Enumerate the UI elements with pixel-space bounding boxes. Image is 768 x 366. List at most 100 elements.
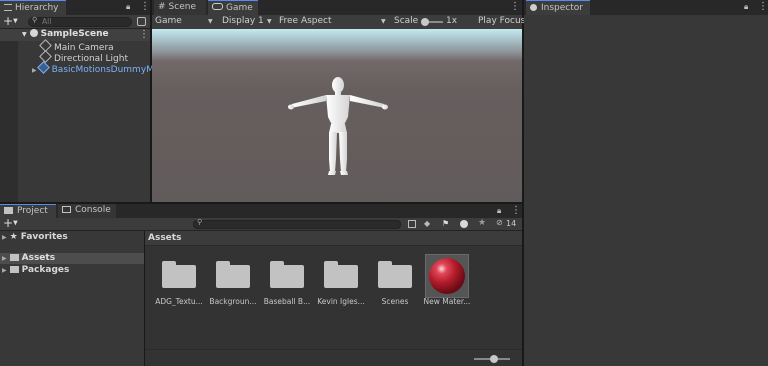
kebab-menu-icon[interactable]: ⋮ (758, 1, 768, 13)
folder-icon (162, 261, 196, 288)
lock-icon[interactable]: 🔒︎ (497, 205, 501, 217)
tree-item-label: BasicMotionsDummyMo (51, 65, 160, 75)
asset-label: New Mater... (423, 297, 471, 306)
hierarchy-toolbar: +▼ ⚲ All (0, 14, 150, 29)
star-icon: ★ (9, 232, 18, 242)
lock-icon[interactable]: 🔒︎ (126, 1, 130, 13)
project-footer-bar (145, 349, 522, 366)
search-by-type-icon[interactable] (408, 220, 416, 228)
info-icon (530, 4, 537, 11)
t-pose-dummy-character (288, 77, 388, 175)
tab-hierarchy-label: Hierarchy (15, 3, 59, 13)
hierarchy-search-field[interactable]: ⚲ All (28, 16, 132, 27)
folder-icon (9, 266, 19, 273)
folder-icon (270, 261, 304, 288)
tab-inspector-label: Inspector (541, 3, 583, 13)
chevron-down-icon: ▼ (208, 18, 213, 25)
scene-kebab-icon[interactable]: ⋮ (139, 29, 149, 41)
unity-scene-icon (29, 29, 38, 37)
folder-icon (378, 261, 412, 288)
chevron-down-icon: ▼ (381, 18, 386, 25)
tree-item-packages[interactable]: ▶ Packages (2, 265, 69, 276)
tree-item-main-camera[interactable]: Main Camera (39, 39, 114, 53)
tab-scene[interactable]: # Scene (154, 0, 206, 15)
tree-item-label: Assets (21, 253, 56, 263)
hierarchy-tabbar: Hierarchy 🔒︎ ⋮ (0, 0, 150, 15)
breadcrumb-assets[interactable]: Assets (148, 233, 181, 243)
folder-icon (9, 254, 19, 261)
folder-icon (4, 207, 13, 214)
project-assets-grid: ADG_Textu... Backgroun... Baseball B... … (145, 246, 522, 349)
kebab-menu-icon[interactable]: ⋮ (511, 205, 521, 217)
expand-arrow-icon[interactable]: ▶ (32, 67, 37, 74)
favorite-star-icon[interactable]: ★ (478, 218, 486, 228)
tab-hierarchy[interactable]: Hierarchy (0, 0, 66, 15)
lock-icon[interactable]: 🔒︎ (744, 1, 748, 13)
project-search-field[interactable]: ⚲ (193, 218, 401, 229)
hierarchy-panel: ▼ SampleScene ⋮ Main Camera Directional L… (0, 29, 159, 202)
hidden-packages-icon[interactable]: ⊘ (496, 218, 503, 227)
aspect-dropdown[interactable]: Free Aspect (279, 15, 332, 28)
display-dropdown[interactable]: Display 1 (222, 15, 264, 28)
scene-visibility-icon[interactable] (137, 17, 146, 26)
folder-icon (216, 261, 250, 288)
tag-icon[interactable]: ⚑ (442, 219, 449, 228)
icon-size-slider-thumb[interactable] (490, 355, 498, 363)
folder-icon (324, 261, 358, 288)
project-tabbar: Project Console 🔒︎ ⋮ (0, 204, 522, 218)
scale-value: 1x (446, 16, 458, 26)
scene-game-tabbar: # Scene Game ⋮ (152, 0, 522, 15)
tab-console[interactable]: Console (58, 204, 116, 218)
chevron-down-icon: ▼ (267, 18, 272, 25)
tab-inspector[interactable]: Inspector (526, 0, 590, 15)
asset-folder[interactable]: Baseball B... (259, 252, 315, 312)
tree-item-assets[interactable]: ▶ Assets (2, 253, 55, 264)
project-folder-tree: ▶ ★ Favorites ▶ Assets ▶ Packages (0, 231, 144, 366)
console-icon (62, 206, 71, 213)
gameobject-cube-icon (39, 50, 52, 63)
tree-item-label: SampleScene (40, 29, 109, 39)
icon-size-slider[interactable] (474, 355, 510, 363)
kebab-menu-icon[interactable]: ⋮ (140, 1, 150, 13)
expand-arrow-icon[interactable]: ▶ (2, 267, 7, 274)
prefab-cube-icon (36, 61, 50, 74)
hash-grid-icon: # (158, 2, 166, 12)
game-viewport[interactable] (152, 29, 522, 202)
inspector-tabbar: Inspector 🔒︎ ⋮ (524, 0, 768, 15)
asset-folder[interactable]: ADG_Textu... (151, 252, 207, 312)
tree-item-favorites[interactable]: ▶ ★ Favorites (2, 232, 68, 243)
expand-arrow-icon[interactable]: ▶ (2, 234, 7, 241)
tab-console-label: Console (75, 205, 111, 215)
info-circle-icon[interactable] (460, 220, 468, 228)
create-dropdown-button[interactable]: +▼ (3, 216, 18, 231)
project-breadcrumb-bar: Assets (145, 231, 522, 246)
expand-arrow-icon[interactable]: ▼ (22, 31, 27, 38)
add-dropdown-button[interactable]: +▼ (3, 14, 18, 29)
tab-game[interactable]: Game (208, 0, 258, 15)
tree-item-label: Favorites (20, 232, 68, 242)
scale-slider-thumb[interactable] (421, 18, 429, 26)
material-preview-sphere-icon (425, 254, 469, 298)
inspector-panel (524, 15, 768, 366)
asset-material[interactable]: New Mater... (419, 252, 475, 312)
tree-item-label: Packages (21, 265, 70, 275)
asset-folder[interactable]: Kevin Igles... (313, 252, 369, 312)
scale-slider[interactable] (421, 18, 443, 26)
play-focus-dropdown[interactable]: Play Focus (478, 15, 525, 28)
search-icon: ⚲ (197, 218, 203, 226)
tab-scene-label: Scene (168, 2, 196, 12)
scale-label: Scale (394, 16, 419, 26)
tab-game-label: Game (226, 3, 253, 13)
tree-item-basicmotions-prefab[interactable]: ▶ BasicMotionsDummyMo (32, 61, 160, 75)
tree-item-directional-light[interactable]: Directional Light (39, 50, 128, 64)
search-placeholder: All (42, 17, 52, 26)
game-mode-dropdown[interactable]: Game (155, 15, 182, 28)
gamepad-icon (212, 3, 223, 10)
project-toolbar: +▼ ⚲ ◆ ⚑ ★ ⊘ 14 (0, 216, 522, 231)
tree-item-samplescene[interactable]: ▼ SampleScene (22, 29, 109, 40)
filter-by-label-icon[interactable]: ◆ (424, 219, 430, 228)
asset-folder[interactable]: Backgroun... (205, 252, 261, 312)
hidden-packages-count: 14 (506, 219, 517, 228)
expand-arrow-icon[interactable]: ▶ (2, 255, 7, 262)
kebab-menu-icon[interactable]: ⋮ (510, 1, 520, 13)
